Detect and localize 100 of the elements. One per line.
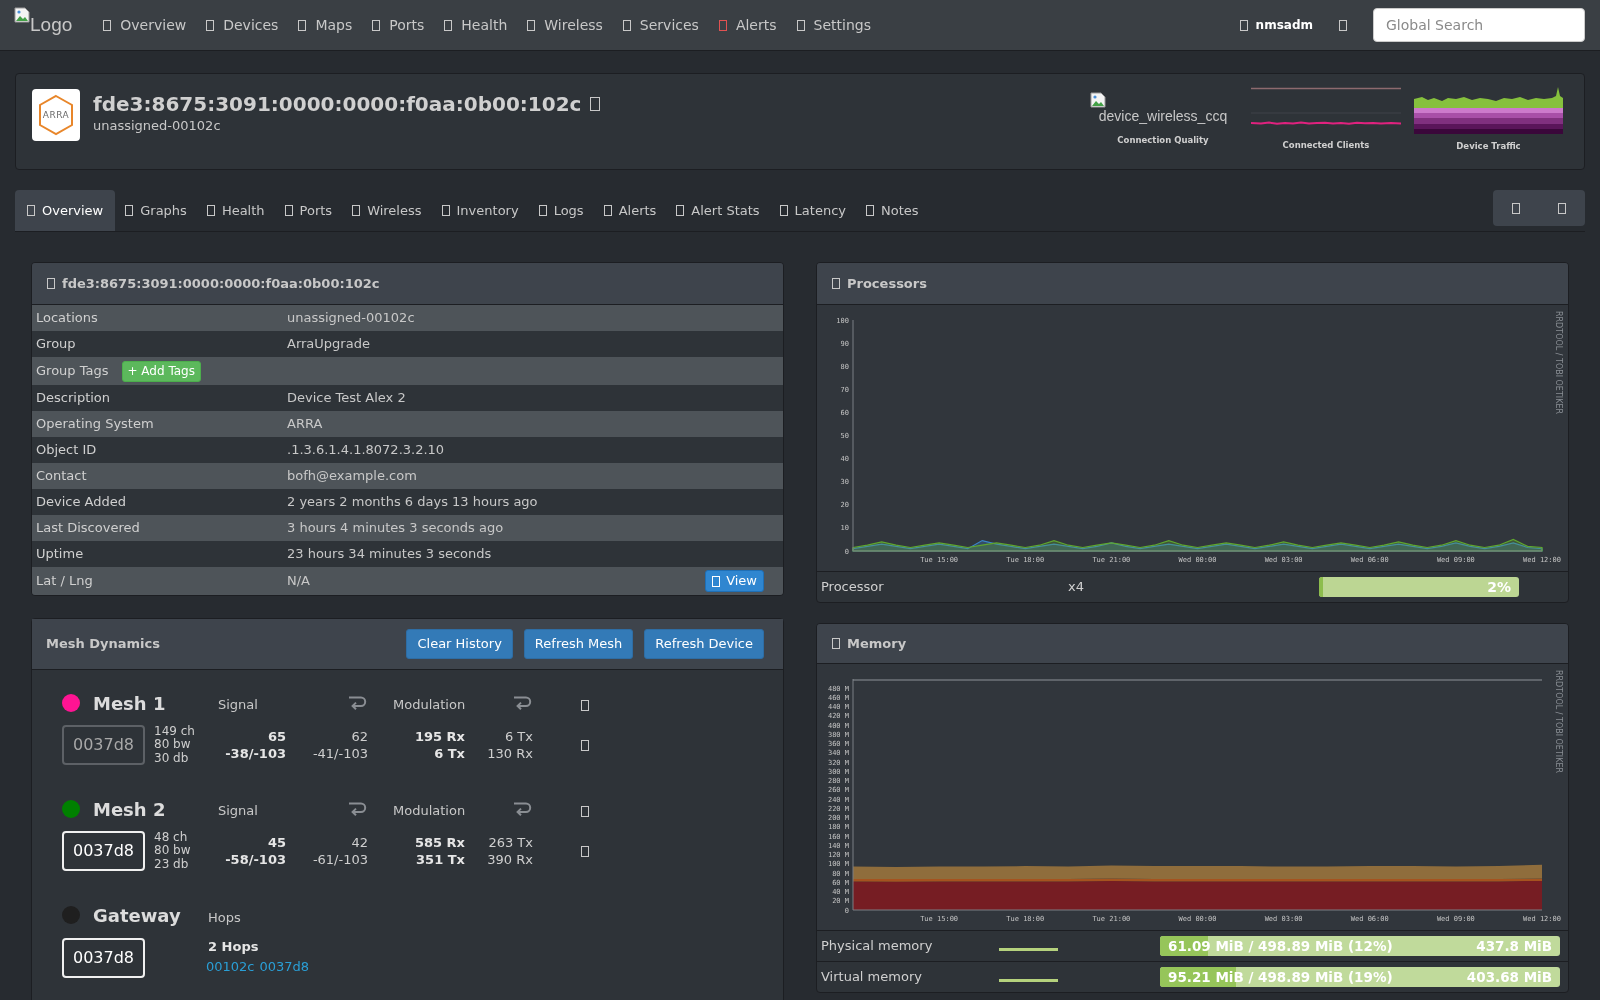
nav-link[interactable]: Settings bbox=[786, 0, 881, 50]
metric-value: -58/-103 bbox=[225, 851, 286, 869]
nav-link[interactable]: Alerts bbox=[708, 0, 787, 50]
panel-title: Processors bbox=[847, 274, 927, 293]
nav-link[interactable]: Devices bbox=[196, 0, 289, 50]
return-arrow-icon bbox=[348, 802, 368, 816]
node-link[interactable]: 00102c bbox=[206, 957, 255, 977]
missing-glyph-icon bbox=[1239, 19, 1248, 31]
missing-glyph-icon bbox=[832, 278, 840, 289]
tab[interactable]: Graphs bbox=[115, 190, 197, 231]
tab[interactable]: Health bbox=[196, 190, 275, 231]
missing-glyph-icon bbox=[603, 205, 612, 216]
graph-label: Connected Clients bbox=[1282, 140, 1370, 151]
mesh-name: Mesh 1 bbox=[93, 691, 166, 716]
tab[interactable]: Overview bbox=[15, 190, 116, 231]
missing-glyph-icon bbox=[581, 699, 589, 711]
panel-title: fde3:8675:3091:0000:0000:f0aa:0b00:102c bbox=[62, 274, 380, 293]
missing-glyph-icon bbox=[47, 278, 55, 289]
view-button[interactable]: View bbox=[705, 570, 764, 592]
metric-value: 585 Rx bbox=[414, 833, 465, 851]
chart-credit: RRDTOOL / TOBI OETIKER bbox=[1554, 670, 1563, 774]
metric-label: Hops bbox=[208, 909, 241, 928]
tab[interactable]: Logs bbox=[528, 190, 594, 231]
field-value: ArraUpgrade bbox=[287, 335, 370, 354]
tab[interactable]: Wireless bbox=[342, 190, 432, 231]
field-value: 2 years 2 months 6 days 13 hours ago bbox=[287, 493, 538, 512]
graph-label: Device Traffic bbox=[1456, 141, 1521, 152]
metric-value: -41/-103 bbox=[312, 745, 368, 763]
broken-image-icon bbox=[14, 7, 30, 23]
tab[interactable]: Notes bbox=[856, 190, 929, 231]
node-id: 0037d8 bbox=[62, 938, 145, 978]
radio-detail: 149 ch bbox=[154, 724, 195, 738]
panel-title: Memory bbox=[847, 634, 907, 653]
search-field[interactable]: Global Search bbox=[1373, 8, 1585, 42]
nav-link[interactable]: Health bbox=[434, 0, 518, 50]
field-value: 3 hours 4 minutes 3 seconds ago bbox=[287, 519, 504, 538]
field-value: Device Test Alex 2 bbox=[287, 389, 406, 408]
nav-link[interactable]: Services bbox=[612, 0, 709, 50]
missing-glyph-icon bbox=[352, 205, 361, 216]
logo-link[interactable]: Logo bbox=[14, 7, 73, 36]
tab[interactable]: Ports bbox=[274, 190, 343, 231]
field-label: Lat / Lng bbox=[35, 572, 94, 591]
row-value: x4 bbox=[1068, 578, 1085, 597]
missing-glyph-icon bbox=[676, 205, 685, 216]
metric-value: 130 Rx bbox=[487, 745, 533, 763]
missing-glyph-icon bbox=[206, 205, 215, 216]
bar-reading: 437.8 MiB bbox=[1476, 936, 1552, 956]
tab[interactable]: Inventory bbox=[431, 190, 529, 231]
nav-link[interactable]: Overview bbox=[93, 0, 197, 50]
field-value: unassigned-00102c bbox=[287, 309, 415, 328]
chart-credit: RRDTOOL / TOBI OETIKER bbox=[1554, 311, 1563, 415]
row-label: Virtual memory bbox=[820, 968, 923, 987]
missing-glyph-icon bbox=[441, 205, 450, 216]
missing-glyph-icon bbox=[27, 205, 35, 216]
missing-glyph-icon bbox=[712, 575, 721, 587]
action-button[interactable]: Refresh Device bbox=[644, 629, 764, 659]
nav-link[interactable]: Maps bbox=[288, 0, 363, 50]
missing-glyph-icon bbox=[581, 845, 589, 857]
broken-image-icon bbox=[1090, 92, 1106, 108]
return-arrow-icon bbox=[348, 696, 368, 710]
row-label: Physical memory bbox=[820, 937, 934, 956]
missing-glyph-icon bbox=[581, 739, 589, 751]
field-label: Object ID bbox=[35, 441, 98, 460]
field-value: ARRA bbox=[287, 415, 323, 434]
mesh-name: Gateway bbox=[93, 903, 181, 928]
field-label: Description bbox=[35, 389, 112, 408]
radio-detail: 48 ch bbox=[154, 830, 189, 844]
field-label: Last Discovered bbox=[35, 519, 141, 538]
action-button[interactable]: Clear History bbox=[406, 629, 513, 659]
missing-glyph-icon bbox=[779, 205, 788, 216]
device-subtitle: unassigned-00102c bbox=[93, 117, 222, 134]
user-menu[interactable]: nmsadm bbox=[1239, 16, 1313, 34]
mesh-name: Mesh 2 bbox=[93, 797, 166, 822]
tab[interactable]: Latency bbox=[769, 190, 856, 231]
field-label: Contact bbox=[35, 467, 88, 486]
return-arrow-icon bbox=[513, 802, 533, 816]
field-value: N/A bbox=[287, 572, 310, 591]
metric-value: -61/-103 bbox=[312, 851, 368, 869]
device-title: fde3:8675:3091:0000:0000:f0aa:0b00:102c bbox=[93, 91, 582, 117]
metric-value: 65 bbox=[267, 727, 286, 745]
missing-glyph-icon bbox=[125, 205, 134, 216]
field-label: Operating System bbox=[35, 415, 155, 434]
nav-link[interactable]: Wireless bbox=[517, 0, 613, 50]
field-label: Locations bbox=[35, 309, 99, 328]
field-label: Device Added bbox=[35, 493, 127, 512]
panel-title: Mesh Dynamics bbox=[46, 635, 160, 654]
node-id: 0037d8 bbox=[62, 725, 145, 765]
nav-link[interactable]: Ports bbox=[362, 0, 435, 50]
bar-reading: 403.68 MiB bbox=[1466, 967, 1552, 987]
action-button[interactable]: Refresh Mesh bbox=[523, 629, 634, 659]
metric-label: Signal bbox=[218, 696, 259, 715]
metric-value: 390 Rx bbox=[487, 851, 533, 869]
node-link[interactable]: 0037d8 bbox=[259, 957, 310, 977]
tab[interactable]: Alert Stats bbox=[666, 190, 770, 231]
tab[interactable]: Alerts bbox=[593, 190, 667, 231]
missing-glyph-icon bbox=[1558, 202, 1566, 214]
image-alt-text: device_wireless_ccq bbox=[1098, 108, 1228, 124]
metric-value: 263 Tx bbox=[488, 833, 533, 851]
radio-detail: 80 bw bbox=[154, 738, 192, 752]
metric-value: 195 Rx bbox=[414, 727, 465, 745]
